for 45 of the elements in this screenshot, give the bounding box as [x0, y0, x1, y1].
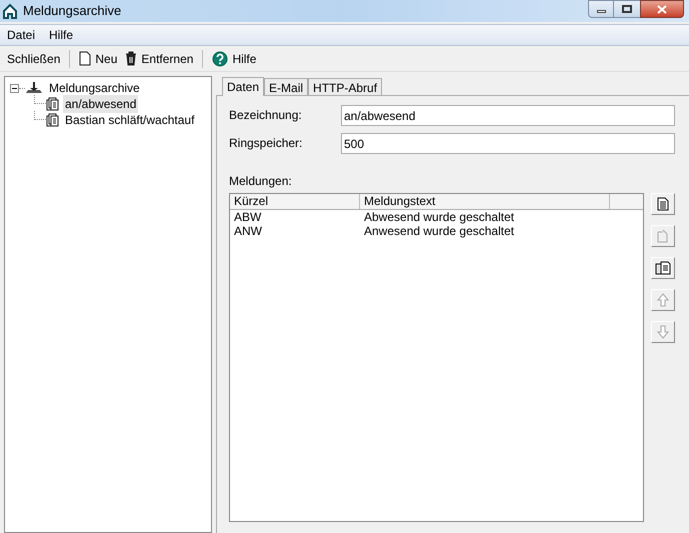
column-header[interactable]: Kürzel — [230, 194, 360, 209]
tab[interactable]: E-Mail — [264, 78, 308, 95]
toolbar-button[interactable]: Neu — [76, 48, 120, 70]
field-label: Ringspeicher: — [229, 135, 304, 152]
tab[interactable]: Daten — [222, 77, 264, 96]
tree-item[interactable]: Bastian schläft/wachtauf — [63, 111, 196, 129]
list-action-button[interactable] — [651, 257, 675, 279]
collapse-toggle[interactable] — [10, 84, 19, 92]
archive-icon — [25, 81, 43, 95]
copy-icon — [655, 260, 671, 276]
house-icon — [2, 3, 18, 19]
tree-item[interactable]: Meldungsarchive — [47, 79, 142, 97]
down-arrow-icon — [657, 325, 669, 339]
list-action-button[interactable] — [651, 193, 675, 215]
document-icon — [657, 229, 669, 243]
page-icon — [79, 51, 92, 66]
toolbar-button[interactable]: Hilfe — [209, 48, 260, 70]
field-label: Bezeichnung: — [229, 107, 303, 124]
documents-icon — [46, 113, 60, 127]
text-field[interactable]: an/abwesend — [341, 105, 675, 126]
menu-item[interactable]: Datei — [0, 26, 42, 44]
maximize-button[interactable] — [614, 0, 640, 18]
close-icon — [657, 4, 667, 14]
list-row[interactable]: ANW Anwesend wurde geschaltet — [230, 224, 643, 238]
text-field[interactable]: 500 — [341, 133, 675, 154]
tab[interactable]: HTTP-Abruf — [308, 78, 382, 95]
tree-item[interactable]: an/abwesend — [63, 95, 138, 113]
menu-item[interactable]: Hilfe — [42, 26, 80, 44]
toolbar-button[interactable]: Schließen — [4, 48, 64, 70]
help-icon — [212, 50, 228, 66]
column-header[interactable]: Meldungstext — [360, 194, 610, 209]
trash-icon — [125, 51, 138, 66]
list-row[interactable]: ABW Abwesend wurde geschaltet — [230, 210, 643, 224]
table-cell-text: Abwesend wurde geschaltet — [363, 210, 516, 224]
minimize-button[interactable] — [588, 0, 614, 18]
toolbar-button[interactable]: Entfernen — [122, 48, 196, 70]
table-cell-text: ABW — [233, 210, 262, 224]
window-title: Meldungsarchive — [23, 2, 122, 20]
document-icon — [657, 197, 669, 211]
documents-icon — [46, 97, 60, 111]
close-button[interactable] — [640, 0, 684, 18]
table-cell-text: ANW — [233, 224, 263, 238]
up-arrow-icon — [657, 293, 669, 307]
list-label: Meldungen: — [229, 173, 293, 190]
table-cell-text: Anwesend wurde geschaltet — [363, 224, 516, 238]
